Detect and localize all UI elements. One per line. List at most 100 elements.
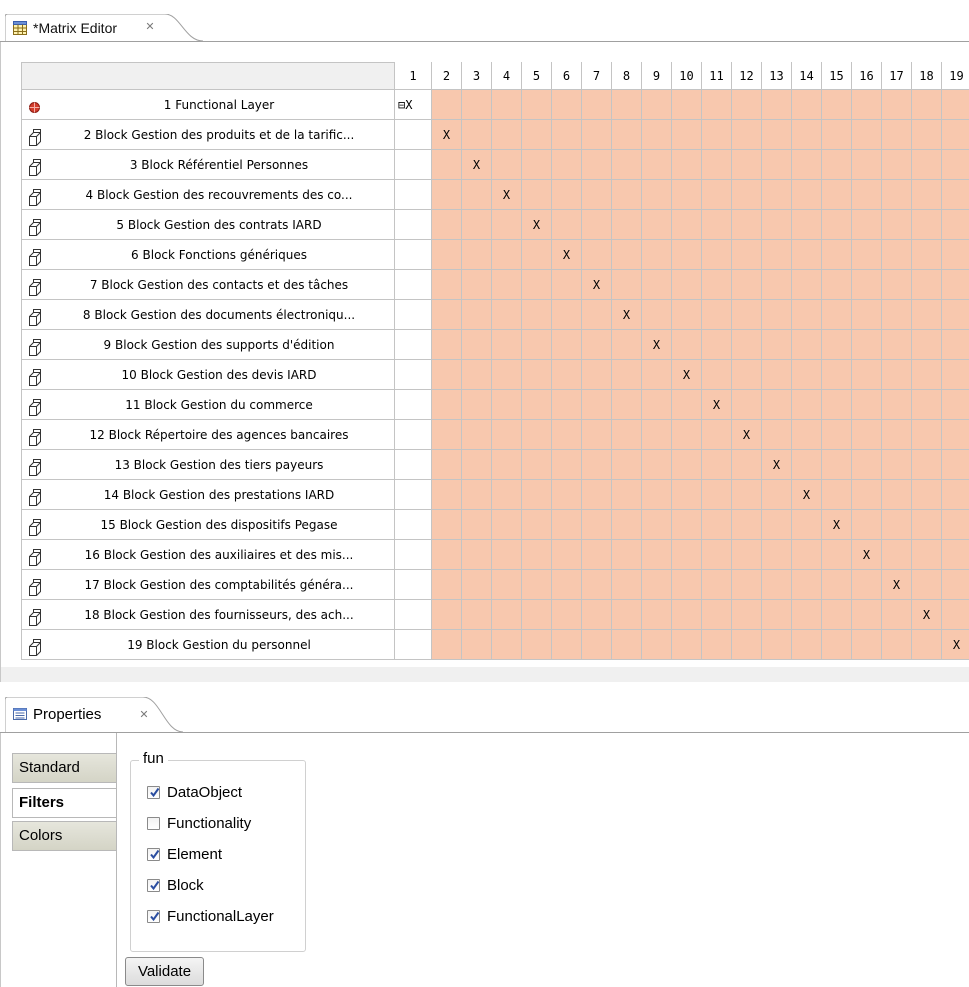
matrix-cell[interactable]	[792, 450, 822, 480]
matrix-cell[interactable]	[492, 120, 522, 150]
matrix-cell[interactable]	[612, 600, 642, 630]
matrix-cell[interactable]	[882, 300, 912, 330]
matrix-cell[interactable]	[642, 300, 672, 330]
matrix-cell[interactable]	[942, 360, 969, 390]
matrix-cell[interactable]	[882, 510, 912, 540]
matrix-cell[interactable]	[732, 570, 762, 600]
matrix-cell[interactable]	[792, 270, 822, 300]
matrix-cell[interactable]	[702, 420, 732, 450]
matrix-cell[interactable]	[642, 210, 672, 240]
matrix-cell[interactable]	[732, 180, 762, 210]
matrix-cell[interactable]	[612, 90, 642, 120]
matrix-cell[interactable]	[492, 540, 522, 570]
matrix-cell[interactable]	[522, 510, 552, 540]
matrix-cell[interactable]	[852, 480, 882, 510]
matrix-cell[interactable]	[522, 630, 552, 660]
matrix-cell[interactable]	[672, 240, 702, 270]
validate-button[interactable]: Validate	[125, 957, 204, 986]
matrix-cell[interactable]	[672, 210, 702, 240]
matrix-cell[interactable]	[612, 180, 642, 210]
matrix-cell[interactable]	[642, 180, 672, 210]
matrix-cell[interactable]	[642, 570, 672, 600]
matrix-cell[interactable]	[432, 300, 462, 330]
matrix-cell[interactable]	[702, 510, 732, 540]
matrix-cell-col1[interactable]	[395, 150, 432, 180]
matrix-cell[interactable]	[852, 630, 882, 660]
matrix-cell[interactable]	[912, 390, 942, 420]
matrix-cell[interactable]	[462, 330, 492, 360]
matrix-cell[interactable]	[582, 150, 612, 180]
matrix-cell[interactable]	[792, 240, 822, 270]
matrix-cell[interactable]	[732, 510, 762, 540]
matrix-row-header[interactable]: 7 Block Gestion des contacts et des tâch…	[21, 270, 395, 300]
matrix-cell[interactable]	[642, 90, 672, 120]
matrix-cell[interactable]	[912, 420, 942, 450]
matrix-cell-col1[interactable]	[395, 420, 432, 450]
matrix-cell[interactable]	[672, 90, 702, 120]
matrix-editor-tab[interactable]: *Matrix Editor ✕	[5, 14, 205, 42]
matrix-cell[interactable]	[762, 210, 792, 240]
matrix-cell[interactable]	[462, 540, 492, 570]
matrix-cell[interactable]	[882, 120, 912, 150]
matrix-cell[interactable]	[942, 570, 969, 600]
matrix-cell[interactable]	[822, 420, 852, 450]
matrix-cell-col1[interactable]	[395, 240, 432, 270]
matrix-cell[interactable]	[882, 540, 912, 570]
matrix-cell[interactable]	[792, 600, 822, 630]
matrix-cell[interactable]	[552, 210, 582, 240]
matrix-cell[interactable]	[582, 390, 612, 420]
filter-checkbox[interactable]	[147, 910, 160, 923]
matrix-cell[interactable]	[522, 570, 552, 600]
matrix-cell[interactable]	[912, 150, 942, 180]
matrix-cell[interactable]	[672, 630, 702, 660]
matrix-cell[interactable]	[792, 360, 822, 390]
matrix-cell[interactable]	[792, 510, 822, 540]
matrix-cell[interactable]	[732, 450, 762, 480]
matrix-cell[interactable]	[582, 420, 612, 450]
matrix-cell[interactable]	[942, 330, 969, 360]
matrix-cell[interactable]	[552, 570, 582, 600]
matrix-cell[interactable]: X	[582, 270, 612, 300]
matrix-cell[interactable]	[582, 540, 612, 570]
matrix-row-header[interactable]: 14 Block Gestion des prestations IARD	[21, 480, 395, 510]
matrix-cell[interactable]	[732, 480, 762, 510]
matrix-cell[interactable]	[852, 300, 882, 330]
matrix-cell[interactable]: X	[672, 360, 702, 390]
matrix-cell[interactable]	[492, 480, 522, 510]
matrix-cell[interactable]	[462, 450, 492, 480]
matrix-cell[interactable]	[642, 270, 672, 300]
matrix-cell[interactable]	[732, 630, 762, 660]
matrix-cell[interactable]	[522, 180, 552, 210]
matrix-row-header[interactable]: 2 Block Gestion des produits et de la ta…	[21, 120, 395, 150]
matrix-cell[interactable]	[552, 300, 582, 330]
matrix-cell[interactable]: X	[882, 570, 912, 600]
matrix-cell[interactable]	[522, 450, 552, 480]
matrix-cell[interactable]	[702, 600, 732, 630]
matrix-row-header[interactable]: 1 Functional Layer	[21, 90, 395, 120]
matrix-cell[interactable]	[792, 300, 822, 330]
matrix-cell[interactable]	[552, 450, 582, 480]
matrix-cell[interactable]	[942, 210, 969, 240]
matrix-cell[interactable]	[912, 240, 942, 270]
matrix-cell[interactable]	[882, 420, 912, 450]
matrix-cell[interactable]	[792, 390, 822, 420]
matrix-cell[interactable]	[522, 90, 552, 120]
matrix-cell[interactable]	[582, 330, 612, 360]
matrix-cell[interactable]	[762, 360, 792, 390]
matrix-cell[interactable]	[432, 270, 462, 300]
matrix-cell[interactable]	[822, 270, 852, 300]
matrix-cell[interactable]	[762, 540, 792, 570]
matrix-cell[interactable]	[462, 90, 492, 120]
matrix-cell[interactable]	[552, 330, 582, 360]
matrix-cell[interactable]	[702, 240, 732, 270]
matrix-cell[interactable]	[492, 630, 522, 660]
matrix-cell[interactable]	[852, 120, 882, 150]
matrix-row-header[interactable]: 6 Block Fonctions génériques	[21, 240, 395, 270]
matrix-cell[interactable]	[792, 90, 822, 120]
matrix-row-header[interactable]: 16 Block Gestion des auxiliaires et des …	[21, 540, 395, 570]
matrix-cell[interactable]: X	[432, 120, 462, 150]
matrix-cell[interactable]	[432, 390, 462, 420]
matrix-cell[interactable]	[522, 540, 552, 570]
matrix-row-header[interactable]: 11 Block Gestion du commerce	[21, 390, 395, 420]
matrix-cell[interactable]	[822, 390, 852, 420]
